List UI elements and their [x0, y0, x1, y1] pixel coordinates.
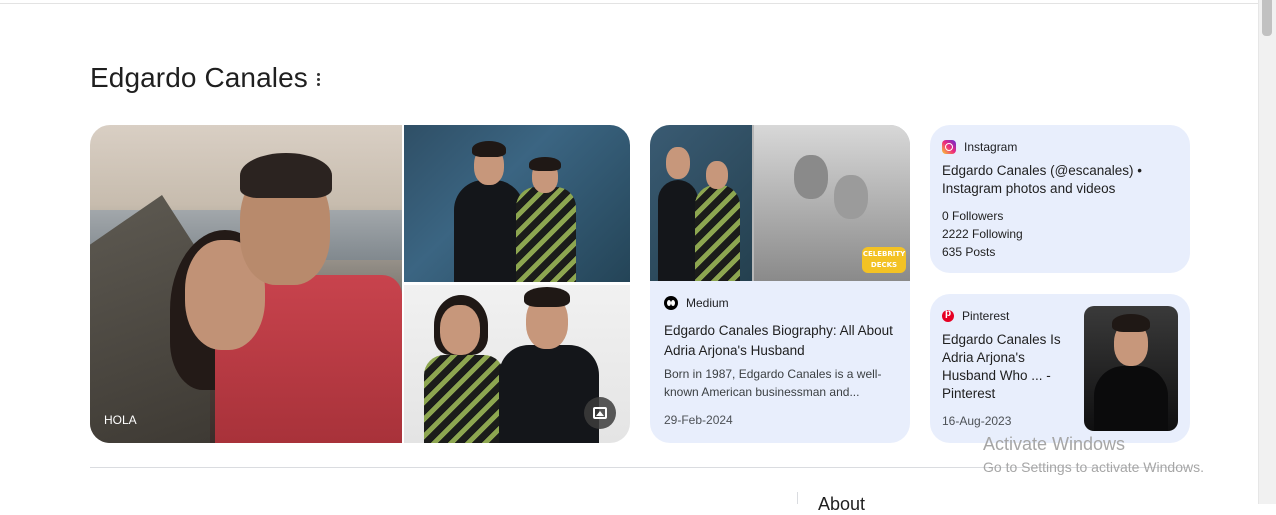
result-card-pinterest[interactable]: Pinterest Edgardo Canales Is Adria Arjon… — [930, 294, 1190, 443]
image-main[interactable]: HOLA — [90, 125, 402, 443]
card-date: 29-Feb-2024 — [664, 413, 733, 427]
card-thumbnail: CELEBRITY DECKS — [650, 125, 910, 281]
result-card-instagram[interactable]: Instagram Edgardo Canales (@escanales) •… — [930, 125, 1190, 273]
following-count: 2222 Following — [942, 227, 1023, 241]
page-scrollbar[interactable] — [1258, 0, 1276, 504]
card-date: 16-Aug-2023 — [942, 414, 1012, 428]
pinterest-icon — [942, 308, 954, 322]
about-divider — [797, 492, 798, 504]
card-source: Instagram — [942, 140, 1017, 154]
instagram-icon — [942, 140, 956, 154]
about-heading: About — [818, 494, 866, 514]
card-title[interactable]: Edgardo Canales Biography: All About Adr… — [664, 321, 894, 361]
image-top-right[interactable] — [404, 125, 630, 282]
followers-count: 0 Followers — [942, 209, 1004, 223]
image-search-button[interactable] — [584, 397, 616, 429]
card-title[interactable]: Edgardo Canales (@escanales) • Instagram… — [942, 162, 1178, 198]
posts-count: 635 Posts — [942, 245, 996, 259]
celebrity-decks-badge: CELEBRITY DECKS — [862, 247, 906, 273]
medium-icon — [664, 296, 678, 310]
card-source: Medium — [664, 296, 729, 310]
card-description: Born in 1987, Edgardo Canales is a well-… — [664, 367, 882, 399]
windows-activation-watermark: Activate Windows Go to Settings to activ… — [983, 434, 1204, 475]
result-card-medium[interactable]: CELEBRITY DECKS Medium Edgardo Canales B… — [650, 125, 910, 443]
more-options-icon[interactable] — [311, 73, 325, 89]
image-icon — [593, 407, 607, 419]
page-title: Edgardo Canales — [90, 62, 308, 93]
card-title[interactable]: Edgardo Canales Is Adria Arjona's Husban… — [942, 331, 1080, 403]
scrollbar-thumb[interactable] — [1262, 0, 1272, 36]
image-collage[interactable]: HOLA — [90, 125, 630, 443]
top-divider — [0, 3, 1258, 4]
card-thumbnail — [1084, 306, 1178, 431]
card-source: Pinterest — [942, 308, 1009, 323]
image-caption: HOLA — [104, 413, 137, 427]
